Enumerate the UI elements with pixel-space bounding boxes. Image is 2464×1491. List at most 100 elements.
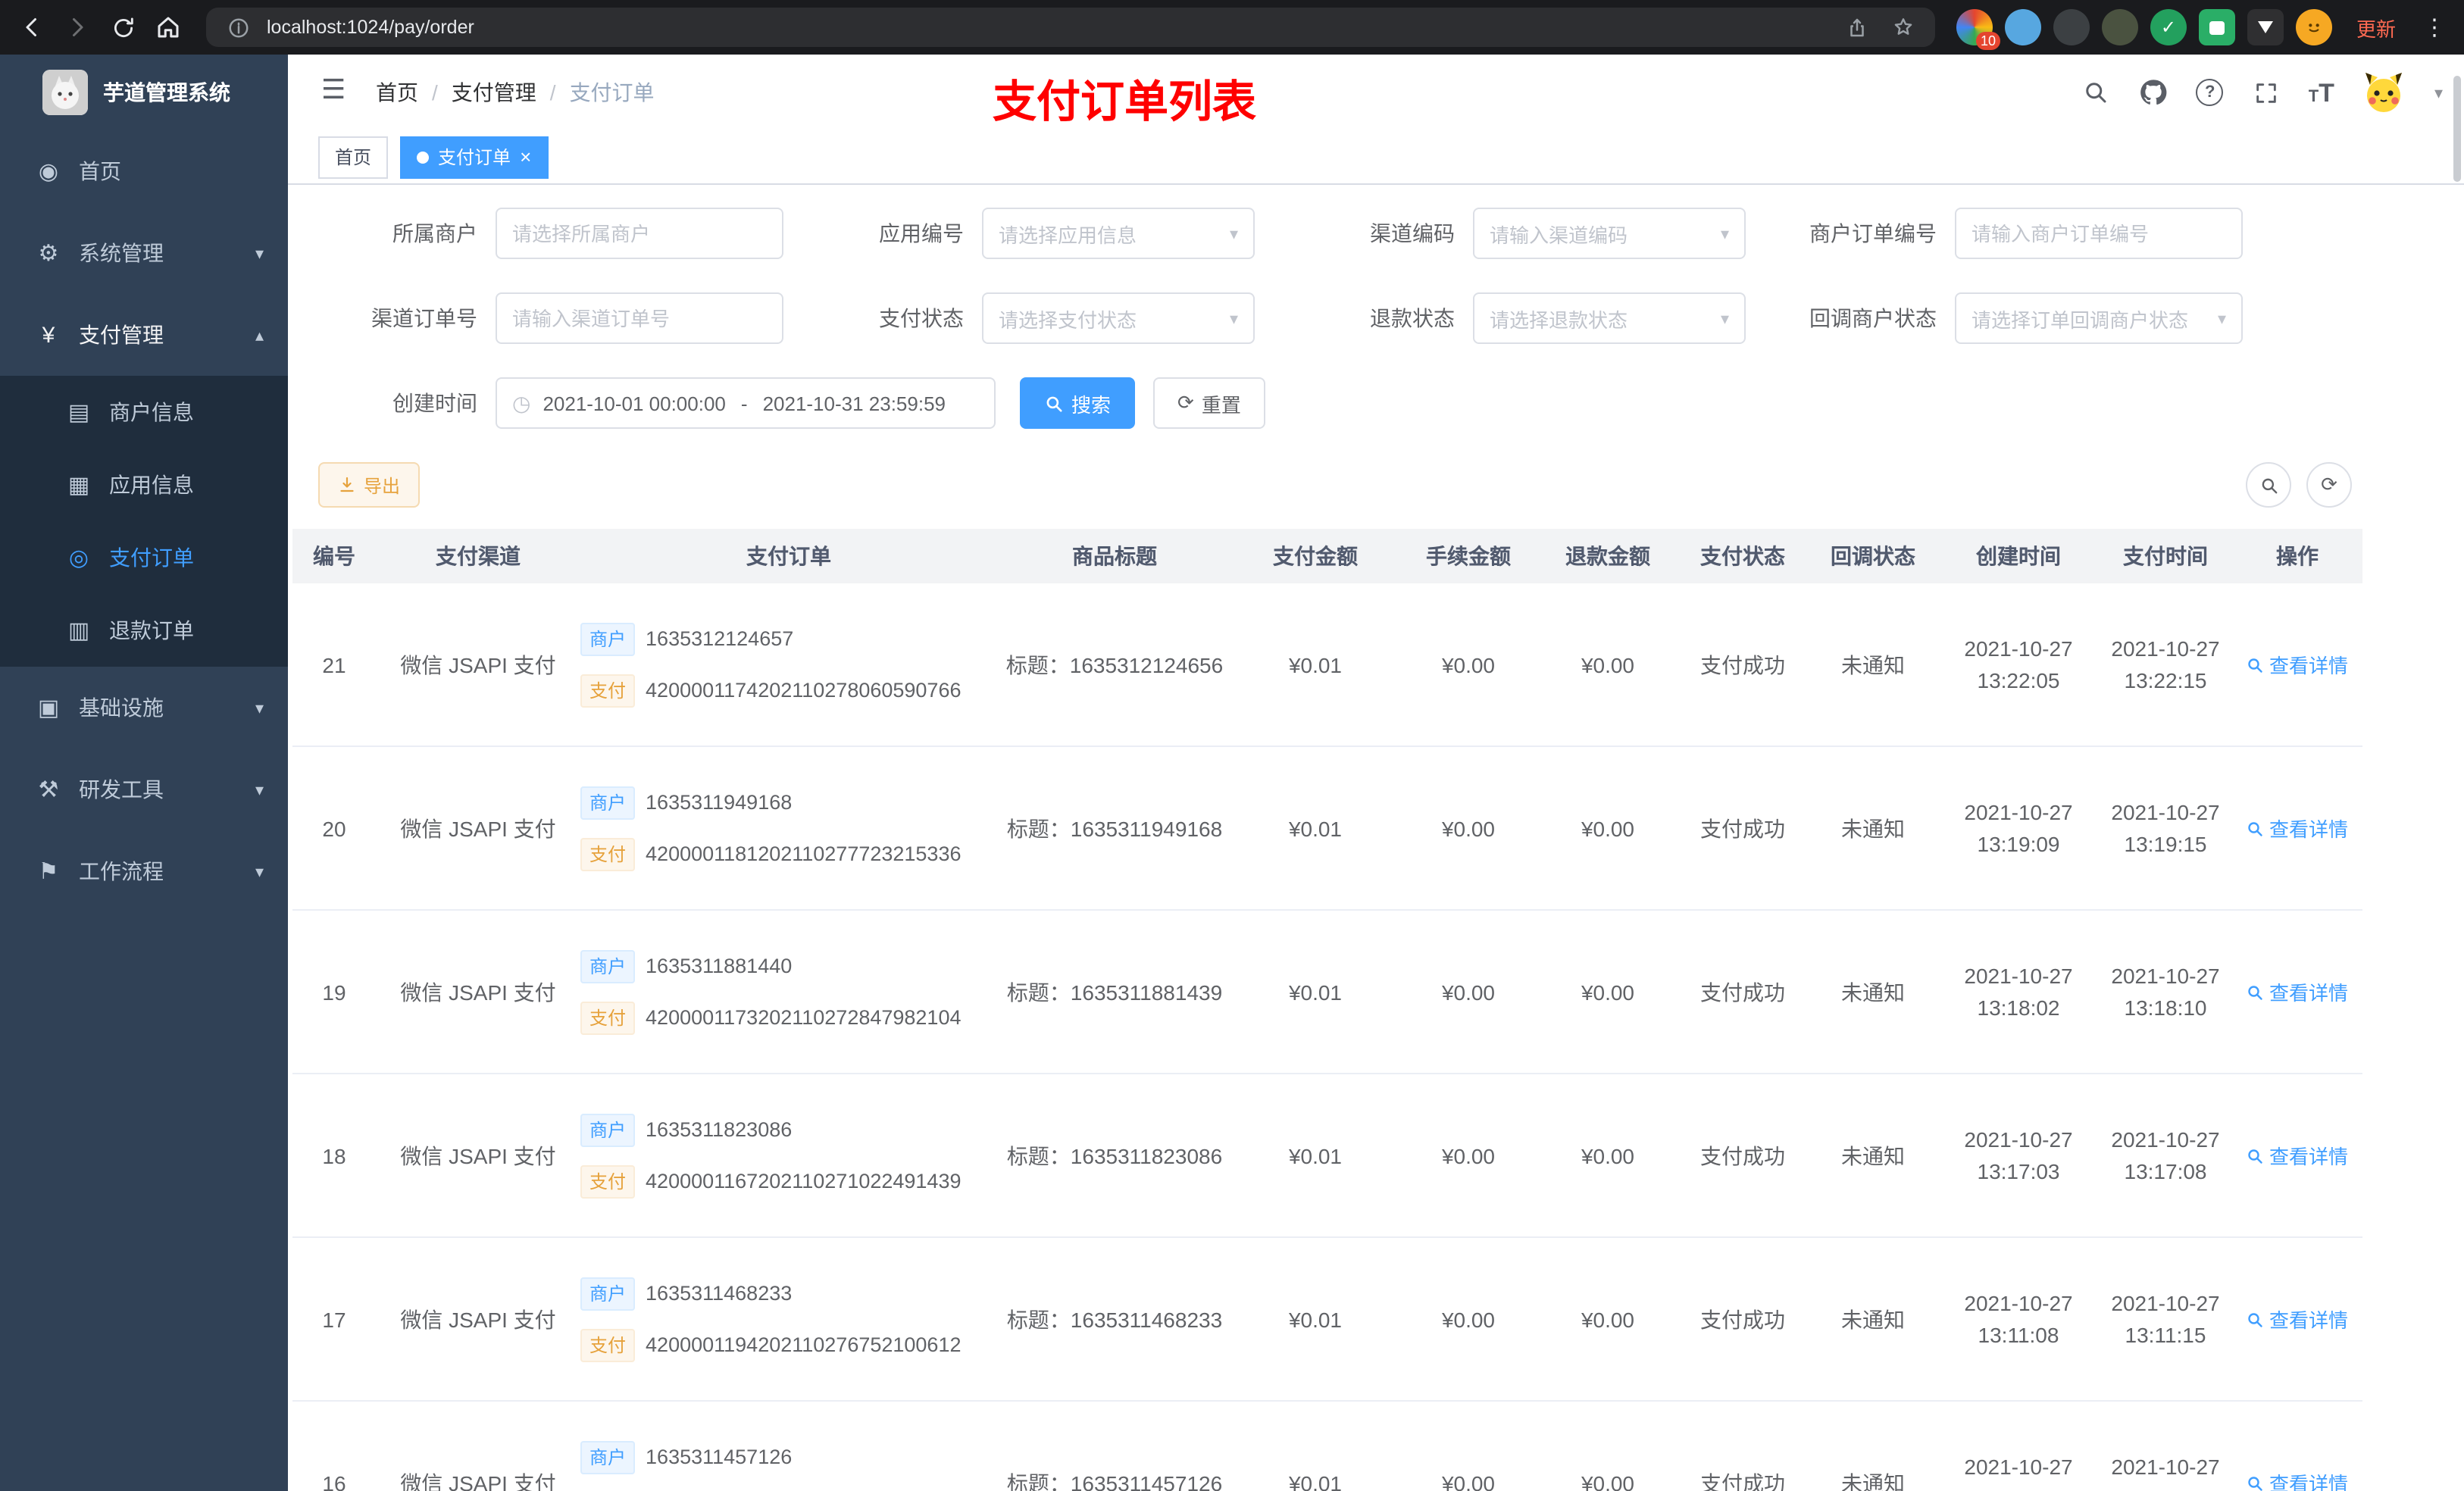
view-details-link[interactable]: 查看详情 <box>2247 814 2348 842</box>
cell-fee: ¥0.00 <box>1399 583 1538 747</box>
refund-doc-icon: ▥ <box>67 618 90 644</box>
extension-icon-1[interactable]: 10 <box>1956 9 2000 50</box>
user-avatar[interactable] <box>2361 70 2407 115</box>
table-toolbar: 导出 ⟳ <box>318 462 2464 508</box>
filter-create-time: 创建时间 ◷ 2021-10-01 00:00:00 - 2021-10-31 … <box>318 377 996 429</box>
filter-row-2: 渠道订单号 支付状态 请选择支付状态 ▾ 退款状态 请选择退款状态 ▾ <box>318 292 2464 344</box>
forward-icon[interactable] <box>61 11 94 44</box>
breadcrumb-section[interactable]: 支付管理 <box>452 77 536 108</box>
extension-pin-icon[interactable] <box>2247 9 2284 45</box>
extension-icon-6[interactable] <box>2198 9 2235 45</box>
view-details-link[interactable]: 查看详情 <box>2247 650 2348 679</box>
github-icon[interactable] <box>2139 77 2169 108</box>
sidebar-item-infrastructure[interactable]: ▣ 基础设施 ▾ <box>0 667 288 749</box>
sidebar-item-system[interactable]: ⚙ 系统管理 ▾ <box>0 212 288 294</box>
view-details-link[interactable]: 查看详情 <box>2247 977 2348 1006</box>
cell-actions: 查看详情 <box>2232 1074 2362 1238</box>
merchant-tag: 商户 <box>580 622 636 655</box>
col-notify-status: 回调状态 <box>1808 529 1938 583</box>
filter-merchant: 所属商户 <box>318 208 783 259</box>
extension-icon-2[interactable] <box>2004 9 2041 45</box>
extension-icon-4[interactable] <box>2101 9 2138 45</box>
sidebar-item-label: 研发工具 <box>79 777 164 802</box>
view-details-link[interactable]: 查看详情 <box>2247 1468 2348 1491</box>
pay-status-select[interactable]: 请选择支付状态 ▾ <box>982 292 1255 344</box>
back-icon[interactable] <box>15 11 48 44</box>
col-pay-time: 支付时间 <box>2099 529 2232 583</box>
cell-notify-status: 未通知 <box>1808 746 1938 911</box>
pay-order-no: 4200001174202110278060590766 <box>646 679 962 702</box>
close-icon[interactable]: × <box>520 147 531 167</box>
refresh-table-button[interactable]: ⟳ <box>2306 462 2352 508</box>
main-content: 所属商户 应用编号 请选择应用信息 ▾ 渠道编码 请输入渠道编码 ▾ <box>288 185 2464 1491</box>
sidebar-item-pay-order[interactable]: ◎ 支付订单 <box>0 521 288 594</box>
filter-row-3: 创建时间 ◷ 2021-10-01 00:00:00 - 2021-10-31 … <box>318 377 2464 429</box>
font-size-icon[interactable]: TT <box>2309 80 2334 105</box>
sidebar-item-workflow[interactable]: ⚑ 工作流程 ▾ <box>0 830 288 912</box>
help-icon[interactable]: ? <box>2196 79 2224 106</box>
avatar-caret-icon[interactable]: ▾ <box>2434 83 2443 102</box>
table-row: 16 微信 JSAPI 支付 商户1635311457126 支付4200001… <box>292 1401 2362 1491</box>
screen: localhost:1024/pay/order 10 ✓ 更新 ⋮ 芋道管理系… <box>0 0 2464 1491</box>
cell-pay-status: 支付成功 <box>1678 746 1808 911</box>
pay-order-no: 4200001173202110272847982104 <box>646 1006 962 1029</box>
sidebar-item-refund-order[interactable]: ▥ 退款订单 <box>0 594 288 667</box>
extension-icon-3[interactable] <box>2053 9 2090 45</box>
extension-emoji-icon[interactable] <box>2295 9 2332 45</box>
browser-menu-icon[interactable]: ⋮ <box>2420 14 2449 41</box>
home-icon[interactable] <box>152 11 185 44</box>
scrollbar[interactable] <box>2453 76 2461 182</box>
bookmark-star-icon[interactable] <box>1887 11 1920 44</box>
hide-search-button[interactable] <box>2246 462 2291 508</box>
cell-amount: ¥0.01 <box>1232 746 1399 911</box>
url-text[interactable]: localhost:1024/pay/order <box>267 17 1829 38</box>
col-channel: 支付渠道 <box>376 529 580 583</box>
search-icon <box>2249 658 2263 672</box>
share-icon[interactable] <box>1841 11 1875 44</box>
view-details-link[interactable]: 查看详情 <box>2247 1141 2348 1170</box>
address-bar[interactable]: localhost:1024/pay/order <box>206 8 1935 47</box>
app-logo[interactable]: 芋道管理系统 <box>0 55 288 130</box>
channel-code-select[interactable]: 请输入渠道编码 ▾ <box>1473 208 1746 259</box>
merchant-order-no: 1635311881440 <box>646 955 793 977</box>
cell-pay-status: 支付成功 <box>1678 1074 1808 1238</box>
active-tab-dot <box>417 151 430 163</box>
pay-tag: 支付 <box>580 1001 636 1034</box>
merchant-input[interactable] <box>496 208 783 259</box>
cell-create-time: 2021-10-27 13:18:02 <box>1938 910 2099 1074</box>
cell-refund: ¥0.00 <box>1538 746 1678 911</box>
extension-icon-5[interactable]: ✓ <box>2150 9 2187 45</box>
export-button[interactable]: 导出 <box>318 462 421 508</box>
merchant-order-no: 1635311823086 <box>646 1118 793 1141</box>
search-icon <box>2249 821 2263 836</box>
channel-order-no-input[interactable] <box>496 292 783 344</box>
chevron-down-icon: ▾ <box>1229 225 1238 243</box>
monitor-icon: ▣ <box>37 695 60 721</box>
reload-icon[interactable] <box>106 11 139 44</box>
fullscreen-icon[interactable] <box>2251 77 2281 108</box>
tab-pay-order[interactable]: 支付订单 × <box>400 136 549 178</box>
cell-refund: ¥0.00 <box>1538 1074 1678 1238</box>
search-icon[interactable] <box>2081 77 2112 108</box>
sidebar-item-merchant-info[interactable]: ▤ 商户信息 <box>0 376 288 449</box>
hamburger-icon[interactable]: ☰ <box>321 74 346 106</box>
cell-pay-status: 支付成功 <box>1678 910 1808 1074</box>
sidebar-item-payment[interactable]: ¥ 支付管理 ▴ <box>0 294 288 376</box>
refund-status-select[interactable]: 请选择退款状态 ▾ <box>1473 292 1746 344</box>
extension-badge: 10 <box>1975 32 2000 50</box>
browser-update-button[interactable]: 更新 <box>2344 8 2408 46</box>
breadcrumb-home[interactable]: 首页 <box>376 77 418 108</box>
search-button[interactable]: 搜索 <box>1020 377 1136 429</box>
sidebar-item-devtools[interactable]: ⚒ 研发工具 ▾ <box>0 749 288 830</box>
merchant-order-no-input[interactable] <box>1955 208 2243 259</box>
view-details-link[interactable]: 查看详情 <box>2247 1305 2348 1333</box>
cell-id: 16 <box>292 1401 376 1491</box>
sidebar-item-app-info[interactable]: ▦ 应用信息 <box>0 449 288 521</box>
site-info-icon[interactable] <box>221 11 255 44</box>
notify-status-select[interactable]: 请选择订单回调商户状态 ▾ <box>1955 292 2243 344</box>
reset-button[interactable]: ⟳ 重置 <box>1153 377 1265 429</box>
tab-home[interactable]: 首页 <box>318 136 389 178</box>
app-select[interactable]: 请选择应用信息 ▾ <box>982 208 1255 259</box>
sidebar-item-home[interactable]: ◉ 首页 <box>0 130 288 212</box>
create-time-range-picker[interactable]: ◷ 2021-10-01 00:00:00 - 2021-10-31 23:59… <box>496 377 996 429</box>
